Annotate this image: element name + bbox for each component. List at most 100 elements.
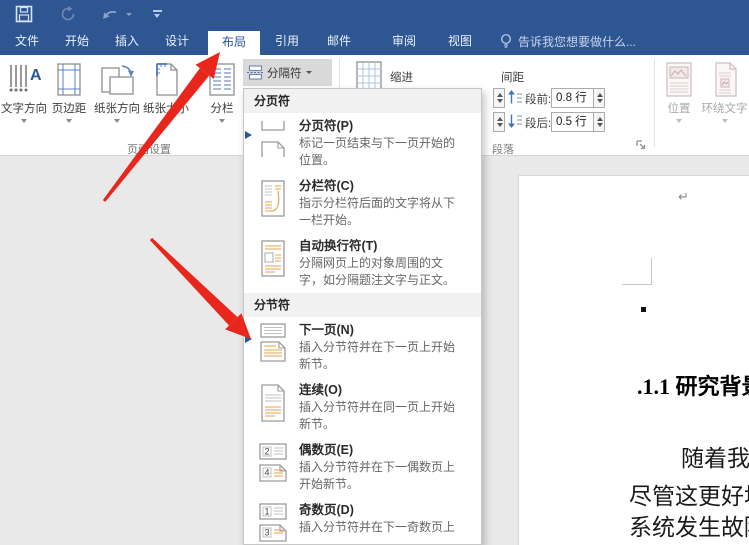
space-after-spinner[interactable] — [593, 112, 605, 132]
even-page-section-icon: 2 4 — [256, 442, 290, 484]
ribbon-tab-row: 文件 开始 插入 设计 布局 引用 邮件 审阅 视图 告诉我您想要做什么... — [0, 28, 749, 55]
orientation-label: 纸张方向 — [91, 100, 143, 116]
breaks-icon — [247, 65, 263, 80]
indent-right-spinner[interactable] — [493, 112, 505, 132]
paper-size-button[interactable]: 纸张大小 — [143, 58, 189, 123]
paragraph-mark: ↵ — [678, 189, 689, 205]
text-direction-button[interactable]: A 文字方向 — [1, 58, 47, 123]
orientation-icon — [91, 58, 143, 98]
svg-text:4: 4 — [264, 468, 269, 478]
space-before-label: 段前: — [525, 91, 551, 107]
tell-me-label: 告诉我您想要做什么... — [518, 33, 636, 50]
tab-home[interactable]: 开始 — [56, 28, 98, 55]
position-icon — [659, 58, 699, 98]
chevron-down-icon — [66, 119, 72, 123]
odd-page-section-icon: 1 3 — [256, 502, 290, 544]
menu-item-description: 分隔网页上的对象周围的文字，如分隔题注文字与正文。 — [299, 255, 461, 288]
tab-mailings[interactable]: 邮件 — [318, 28, 360, 55]
chevron-down-icon — [722, 119, 728, 123]
chevron-down-icon — [114, 119, 120, 123]
space-before-input[interactable]: 0.8 行 — [551, 88, 594, 108]
svg-text:A: A — [30, 67, 42, 84]
undo-dropdown-icon[interactable] — [124, 0, 134, 28]
page-break-icon — [256, 118, 290, 160]
indent-left-spinner[interactable] — [493, 88, 505, 108]
section-breaks-section-header: 分节符 — [244, 293, 481, 317]
wrap-text-label: 环绕文字 — [700, 100, 749, 116]
menu-item-title: 奇数页(D) — [299, 502, 461, 519]
menu-item-description: 标记一页结束与下一页开始的位置。 — [299, 135, 461, 168]
menu-item-title: 分栏符(C) — [299, 178, 461, 195]
menu-item-title: 分页符(P) — [299, 118, 461, 135]
tab-view[interactable]: 视图 — [439, 28, 481, 55]
lightbulb-icon — [500, 33, 512, 50]
tab-layout[interactable]: 布局 — [208, 31, 260, 55]
menu-item-title: 偶数页(E) — [299, 442, 461, 459]
menu-item-title: 自动换行符(T) — [299, 238, 461, 255]
columns-button[interactable]: 分栏 — [201, 58, 243, 123]
columns-label: 分栏 — [201, 100, 243, 116]
tab-references[interactable]: 引用 — [266, 28, 308, 55]
margin-corner-mark — [622, 284, 652, 285]
tab-review[interactable]: 审阅 — [383, 28, 425, 55]
break-marker-icon — [245, 335, 252, 343]
menu-item-even-page-section-break[interactable]: 2 4 偶数页(E) 插入分节符并在下一偶数页上开始新节。 — [244, 437, 481, 497]
undo-icon[interactable] — [100, 0, 122, 28]
menu-item-description: 指示分栏符后面的文字将从下一栏开始。 — [299, 195, 461, 228]
menu-item-title: 连续(O) — [299, 382, 461, 399]
margins-button[interactable]: 页边距 — [48, 58, 90, 123]
redo-icon[interactable] — [56, 0, 80, 28]
paragraph-dialog-launcher-icon[interactable] — [636, 140, 647, 151]
menu-item-description: 插入分节符并在下一奇数页上 — [299, 519, 461, 536]
space-before-spinner[interactable] — [593, 88, 605, 108]
space-after-icon — [508, 114, 522, 129]
text-direction-label: 文字方向 — [1, 100, 47, 116]
paragraph-group-label: 段落 — [492, 141, 514, 157]
text-wrapping-break-icon — [256, 238, 290, 280]
menu-item-description: 插入分节符并在同一页上开始新节。 — [299, 399, 461, 432]
tab-design[interactable]: 设计 — [156, 28, 198, 55]
body-line: 系统发生故障 — [629, 508, 749, 542]
wrap-text-button[interactable]: 环绕文字 — [700, 58, 749, 123]
tab-insert[interactable]: 插入 — [106, 28, 148, 55]
breaks-button-label: 分隔符 — [267, 65, 302, 81]
breaks-button[interactable]: 分隔符 — [243, 59, 332, 86]
svg-text:1: 1 — [264, 507, 269, 517]
menu-item-odd-page-section-break[interactable]: 1 3 奇数页(D) 插入分节符并在下一奇数页上 — [244, 497, 481, 545]
tell-me-box[interactable]: 告诉我您想要做什么... — [500, 28, 636, 55]
breaks-dropdown-menu: 分页符 分页符(P) 标记一页结束与下一页开始的位置。 — [243, 88, 482, 545]
space-after-input[interactable]: 0.5 行 — [551, 112, 594, 132]
next-page-section-icon — [256, 322, 290, 364]
save-icon[interactable] — [12, 0, 36, 28]
space-after-label: 段后: — [525, 115, 551, 131]
word-application-window: 文件 开始 插入 设计 布局 引用 邮件 审阅 视图 告诉我您想要做什么... … — [0, 0, 749, 545]
spacing-header-label: 间距 — [501, 69, 524, 85]
page-breaks-section-header: 分页符 — [244, 89, 481, 113]
position-button[interactable]: 位置 — [659, 58, 699, 123]
paper-size-label: 纸张大小 — [143, 100, 189, 116]
svg-text:2: 2 — [264, 447, 269, 457]
menu-item-page-break[interactable]: 分页符(P) 标记一页结束与下一页开始的位置。 — [244, 113, 481, 173]
menu-item-text-wrapping-break[interactable]: 自动换行符(T) 分隔网页上的对象周围的文字，如分隔题注文字与正文。 — [244, 233, 481, 293]
position-label: 位置 — [659, 100, 699, 116]
break-marker-icon — [245, 131, 252, 139]
text-direction-icon: A — [1, 58, 47, 98]
margins-icon — [48, 58, 90, 98]
menu-item-description: 插入分节符并在下一偶数页上开始新节。 — [299, 459, 461, 492]
menu-item-continuous-section-break[interactable]: 连续(O) 插入分节符并在同一页上开始新节。 — [244, 377, 481, 437]
menu-item-next-page-section-break[interactable]: 下一页(N) 插入分节符并在下一页上开始新节。 — [244, 317, 481, 377]
column-break-icon — [256, 178, 290, 220]
customize-quick-access-icon[interactable] — [148, 0, 166, 28]
columns-icon — [201, 58, 243, 98]
document-page[interactable]: ↵ .1.1 研究背景 随着我国 尽管这更好地 系统发生故障 — [518, 175, 749, 545]
chevron-down-icon — [306, 71, 312, 74]
title-bar — [0, 0, 749, 28]
menu-item-description: 插入分节符并在下一页上开始新节。 — [299, 339, 461, 372]
chevron-down-icon — [21, 119, 27, 123]
tab-file[interactable]: 文件 — [6, 28, 48, 55]
chevron-down-icon — [163, 119, 169, 123]
orientation-button[interactable]: 纸张方向 — [91, 58, 143, 123]
menu-item-column-break[interactable]: 分栏符(C) 指示分栏符后面的文字将从下一栏开始。 — [244, 173, 481, 233]
menu-item-title: 下一页(N) — [299, 322, 461, 339]
space-before-icon — [508, 90, 522, 105]
